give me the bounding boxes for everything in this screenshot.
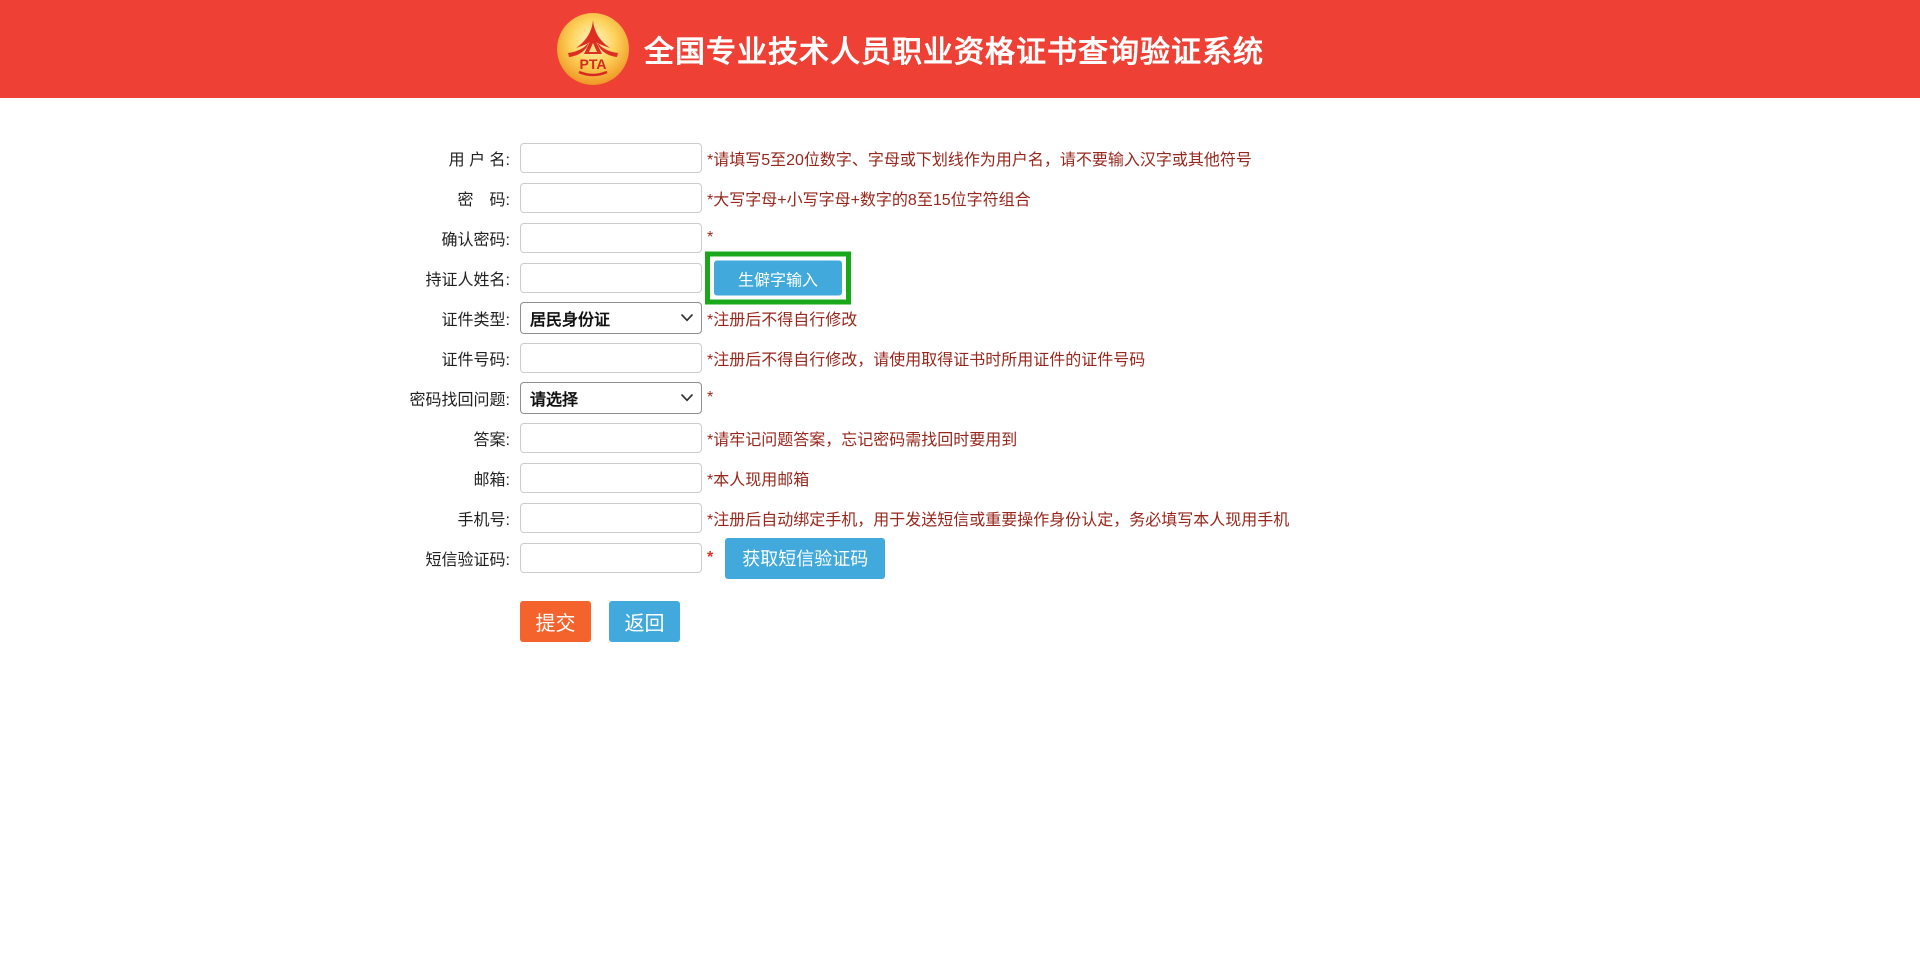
id-number-input[interactable] bbox=[520, 343, 702, 373]
answer-label: 答案: bbox=[330, 426, 520, 450]
form-row-holder-name: 持证人姓名: 生僻字输入 bbox=[330, 258, 1289, 298]
form-row-id-number: 证件号码: *注册后不得自行修改，请使用取得证书时所用证件的证件号码 bbox=[330, 338, 1289, 378]
id-number-label: 证件号码: bbox=[330, 346, 520, 370]
page: PTA 全国专业技术人员职业资格证书查询验证系统 用 户 名: *请填写5至20… bbox=[0, 0, 1920, 975]
password-label: 密 码: bbox=[330, 186, 520, 210]
answer-hint: *请牢记问题答案，忘记密码需找回时要用到 bbox=[707, 426, 1017, 450]
mobile-label: 手机号: bbox=[330, 506, 520, 530]
id-type-select[interactable]: 居民身份证 bbox=[520, 302, 702, 334]
id-type-label: 证件类型: bbox=[330, 306, 520, 330]
username-input[interactable] bbox=[520, 143, 702, 173]
id-type-selected-value: 居民身份证 bbox=[530, 306, 610, 330]
mobile-hint: *注册后自动绑定手机，用于发送短信或重要操作身份认定，务必填写本人现用手机 bbox=[707, 506, 1289, 530]
confirm-password-label: 确认密码: bbox=[330, 226, 520, 250]
pta-logo-icon: PTA bbox=[556, 12, 630, 86]
security-question-label: 密码找回问题: bbox=[330, 386, 520, 410]
holder-name-label: 持证人姓名: bbox=[330, 266, 520, 290]
password-input[interactable] bbox=[520, 183, 702, 213]
answer-input[interactable] bbox=[520, 423, 702, 453]
header-bar: PTA 全国专业技术人员职业资格证书查询验证系统 bbox=[0, 0, 1920, 98]
holder-name-input[interactable] bbox=[520, 263, 702, 293]
password-hint: *大写字母+小写字母+数字的8至15位字符组合 bbox=[707, 186, 1031, 210]
required-asterisk: * bbox=[707, 549, 713, 567]
get-sms-code-button[interactable]: 获取短信验证码 bbox=[725, 538, 885, 579]
back-button[interactable]: 返回 bbox=[609, 601, 680, 642]
submit-button[interactable]: 提交 bbox=[520, 601, 591, 642]
form-row-email: 邮箱: *本人现用邮箱 bbox=[330, 458, 1289, 498]
chevron-down-icon bbox=[681, 394, 693, 402]
id-number-hint: *注册后不得自行修改，请使用取得证书时所用证件的证件号码 bbox=[707, 346, 1145, 370]
page-title: 全国专业技术人员职业资格证书查询验证系统 bbox=[644, 27, 1264, 71]
username-hint: *请填写5至20位数字、字母或下划线作为用户名，请不要输入汉字或其他符号 bbox=[707, 146, 1252, 170]
confirm-password-input[interactable] bbox=[520, 223, 702, 253]
id-type-hint: *注册后不得自行修改 bbox=[707, 306, 857, 330]
form-actions: 提交 返回 bbox=[520, 601, 680, 642]
email-input[interactable] bbox=[520, 463, 702, 493]
form-row-mobile: 手机号: *注册后自动绑定手机，用于发送短信或重要操作身份认定，务必填写本人现用… bbox=[330, 498, 1289, 538]
form-row-password: 密 码: *大写字母+小写字母+数字的8至15位字符组合 bbox=[330, 178, 1289, 218]
sms-code-input[interactable] bbox=[520, 543, 702, 573]
header-content: PTA 全国专业技术人员职业资格证书查询验证系统 bbox=[556, 0, 1264, 98]
security-question-select[interactable]: 请选择 bbox=[520, 382, 702, 414]
form-row-username: 用 户 名: *请填写5至20位数字、字母或下划线作为用户名，请不要输入汉字或其… bbox=[330, 138, 1289, 178]
sms-code-label: 短信验证码: bbox=[330, 546, 520, 570]
security-question-selected-value: 请选择 bbox=[530, 386, 578, 410]
form-row-security-question: 密码找回问题: 请选择 * bbox=[330, 378, 1289, 418]
rare-character-input-button[interactable]: 生僻字输入 bbox=[714, 261, 842, 296]
highlight-box: 生僻字输入 bbox=[705, 252, 851, 305]
required-asterisk: * bbox=[707, 389, 713, 407]
email-label: 邮箱: bbox=[330, 466, 520, 490]
registration-form: 用 户 名: *请填写5至20位数字、字母或下划线作为用户名，请不要输入汉字或其… bbox=[330, 138, 1289, 578]
chevron-down-icon bbox=[681, 314, 693, 322]
username-label: 用 户 名: bbox=[330, 146, 520, 170]
form-row-answer: 答案: *请牢记问题答案，忘记密码需找回时要用到 bbox=[330, 418, 1289, 458]
form-row-sms-code: 短信验证码: * 获取短信验证码 bbox=[330, 538, 1289, 578]
email-hint: *本人现用邮箱 bbox=[707, 466, 809, 490]
mobile-input[interactable] bbox=[520, 503, 702, 533]
required-asterisk: * bbox=[707, 229, 713, 247]
svg-text:PTA: PTA bbox=[580, 56, 607, 72]
